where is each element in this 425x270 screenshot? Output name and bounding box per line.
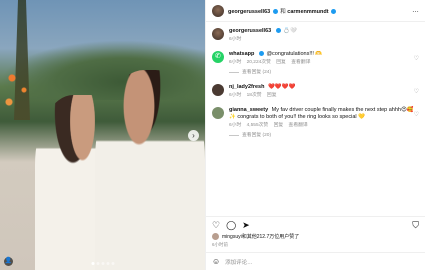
comment-like-icon[interactable]: ♡: [414, 55, 419, 62]
avatar[interactable]: [212, 84, 224, 96]
comment-likes[interactable]: 18次赞: [247, 93, 262, 98]
view-replies-label[interactable]: 查看回复 (20): [242, 132, 271, 139]
caption-time: 6小时: [229, 37, 242, 42]
comment-time: 6小时: [229, 93, 242, 98]
replies-line: [229, 135, 239, 136]
verified-icon: [258, 51, 264, 57]
verified-icon: [272, 8, 278, 14]
caption-username[interactable]: georgerussell63: [229, 28, 271, 34]
comment-body: gianna_sweety My fav driver couple final…: [229, 107, 419, 139]
share-icon[interactable]: ➤: [242, 220, 250, 230]
reply-button[interactable]: 回复: [276, 60, 286, 65]
carousel-dot: [111, 262, 114, 265]
replies-line: [229, 72, 239, 73]
add-comment-bar: ☺ 添加评论…: [206, 252, 425, 270]
comment-likes[interactable]: 20,224次赞: [247, 60, 271, 65]
caption-meta: 6小时: [229, 36, 419, 43]
instagram-post: › 👤 georgerussell63 和 carmenmmundt … geo…: [0, 0, 425, 270]
view-replies[interactable]: 查看回复 (20): [229, 132, 419, 139]
comment-username[interactable]: gianna_sweety: [229, 107, 268, 113]
comment-icon[interactable]: ◯: [226, 220, 236, 230]
more-options-button[interactable]: …: [412, 7, 419, 14]
avatar: [212, 233, 219, 240]
emoji-icon[interactable]: ☺: [212, 257, 220, 266]
add-comment-input[interactable]: 添加评论…: [225, 258, 253, 266]
whatsapp-icon[interactable]: ✆: [212, 51, 224, 63]
translate-link[interactable]: 查看翻译: [291, 60, 310, 65]
view-replies[interactable]: 查看回复 (24): [229, 69, 419, 76]
comment: nj_lady2fresh ❤️❤️❤️❤️ 6小时 18次赞 回复 ♡: [212, 84, 419, 99]
action-bar: ♡ ◯ ➤ ⛉: [206, 216, 425, 232]
reply-button[interactable]: 回复: [274, 123, 284, 128]
comment-body: whatsapp @congratulations!!! 🫶 6小时 20,22…: [229, 51, 419, 76]
post-date: 6小时前: [212, 242, 229, 247]
comment-time: 6小时: [229, 123, 242, 128]
comment-meta: 6小时 18次赞 回复: [229, 92, 419, 99]
carousel-dot: [101, 262, 104, 265]
comment-body: nj_lady2fresh ❤️❤️❤️❤️ 6小时 18次赞 回复: [229, 84, 419, 99]
and-label: 和: [280, 8, 286, 15]
caption: georgerussell63 💍🤍 6小时: [212, 28, 419, 43]
likes-summary[interactable]: mingsuyi和其他212.7万位用户赞了: [206, 232, 425, 241]
carousel-dot: [96, 262, 99, 265]
verified-icon: [275, 28, 281, 34]
post-photo[interactable]: › 👤: [0, 0, 205, 270]
reply-button[interactable]: 回复: [267, 93, 277, 98]
photo-person-man: [95, 70, 205, 270]
post-authors: georgerussell63 和 carmenmmundt: [228, 7, 408, 15]
comment-like-icon[interactable]: ♡: [414, 88, 419, 95]
carousel-dot: [106, 262, 109, 265]
carousel-dots: [91, 262, 114, 265]
likes-text[interactable]: mingsuyi和其他212.7万位用户赞了: [222, 233, 299, 240]
comment-time: 6小时: [229, 60, 242, 65]
heart-icon[interactable]: ♡: [212, 220, 220, 230]
comment-like-icon[interactable]: ♡: [414, 111, 419, 118]
comment-meta: 6小时 4,555次赞 回复 查看翻译: [229, 122, 419, 129]
comment: gianna_sweety My fav driver couple final…: [212, 107, 419, 139]
next-photo-button[interactable]: ›: [188, 130, 199, 141]
comment-meta: 6小时 20,224次赞 回复 查看翻译: [229, 59, 419, 66]
coauthor-username[interactable]: carmenmmundt: [287, 9, 328, 15]
avatar[interactable]: [212, 4, 224, 17]
comments-list: georgerussell63 💍🤍 6小时 ✆ whatsapp @congr…: [206, 22, 425, 216]
comment-text: ❤️❤️❤️❤️: [268, 84, 296, 90]
author-username[interactable]: georgerussell63: [228, 9, 270, 15]
avatar[interactable]: [212, 107, 224, 119]
comment-text: @congratulations!!! 🫶: [266, 51, 323, 57]
verified-icon: [331, 8, 337, 14]
translate-link[interactable]: 查看翻译: [289, 123, 308, 128]
avatar[interactable]: [212, 28, 224, 40]
caption-body: georgerussell63 💍🤍 6小时: [229, 28, 419, 43]
caption-text: 💍🤍: [283, 28, 297, 34]
tagged-user-icon[interactable]: 👤: [4, 257, 13, 266]
view-replies-label[interactable]: 查看回复 (24): [242, 69, 271, 76]
carousel-dot: [91, 262, 94, 265]
bookmark-icon[interactable]: ⛉: [412, 220, 419, 230]
comment-username[interactable]: nj_lady2fresh: [229, 84, 264, 90]
post-side-panel: georgerussell63 和 carmenmmundt … georger…: [205, 0, 425, 270]
comment: ✆ whatsapp @congratulations!!! 🫶 6小时 20,…: [212, 51, 419, 76]
comment-likes[interactable]: 4,555次赞: [247, 123, 269, 128]
post-header: georgerussell63 和 carmenmmundt …: [206, 0, 425, 22]
comment-username[interactable]: whatsapp: [229, 51, 254, 57]
